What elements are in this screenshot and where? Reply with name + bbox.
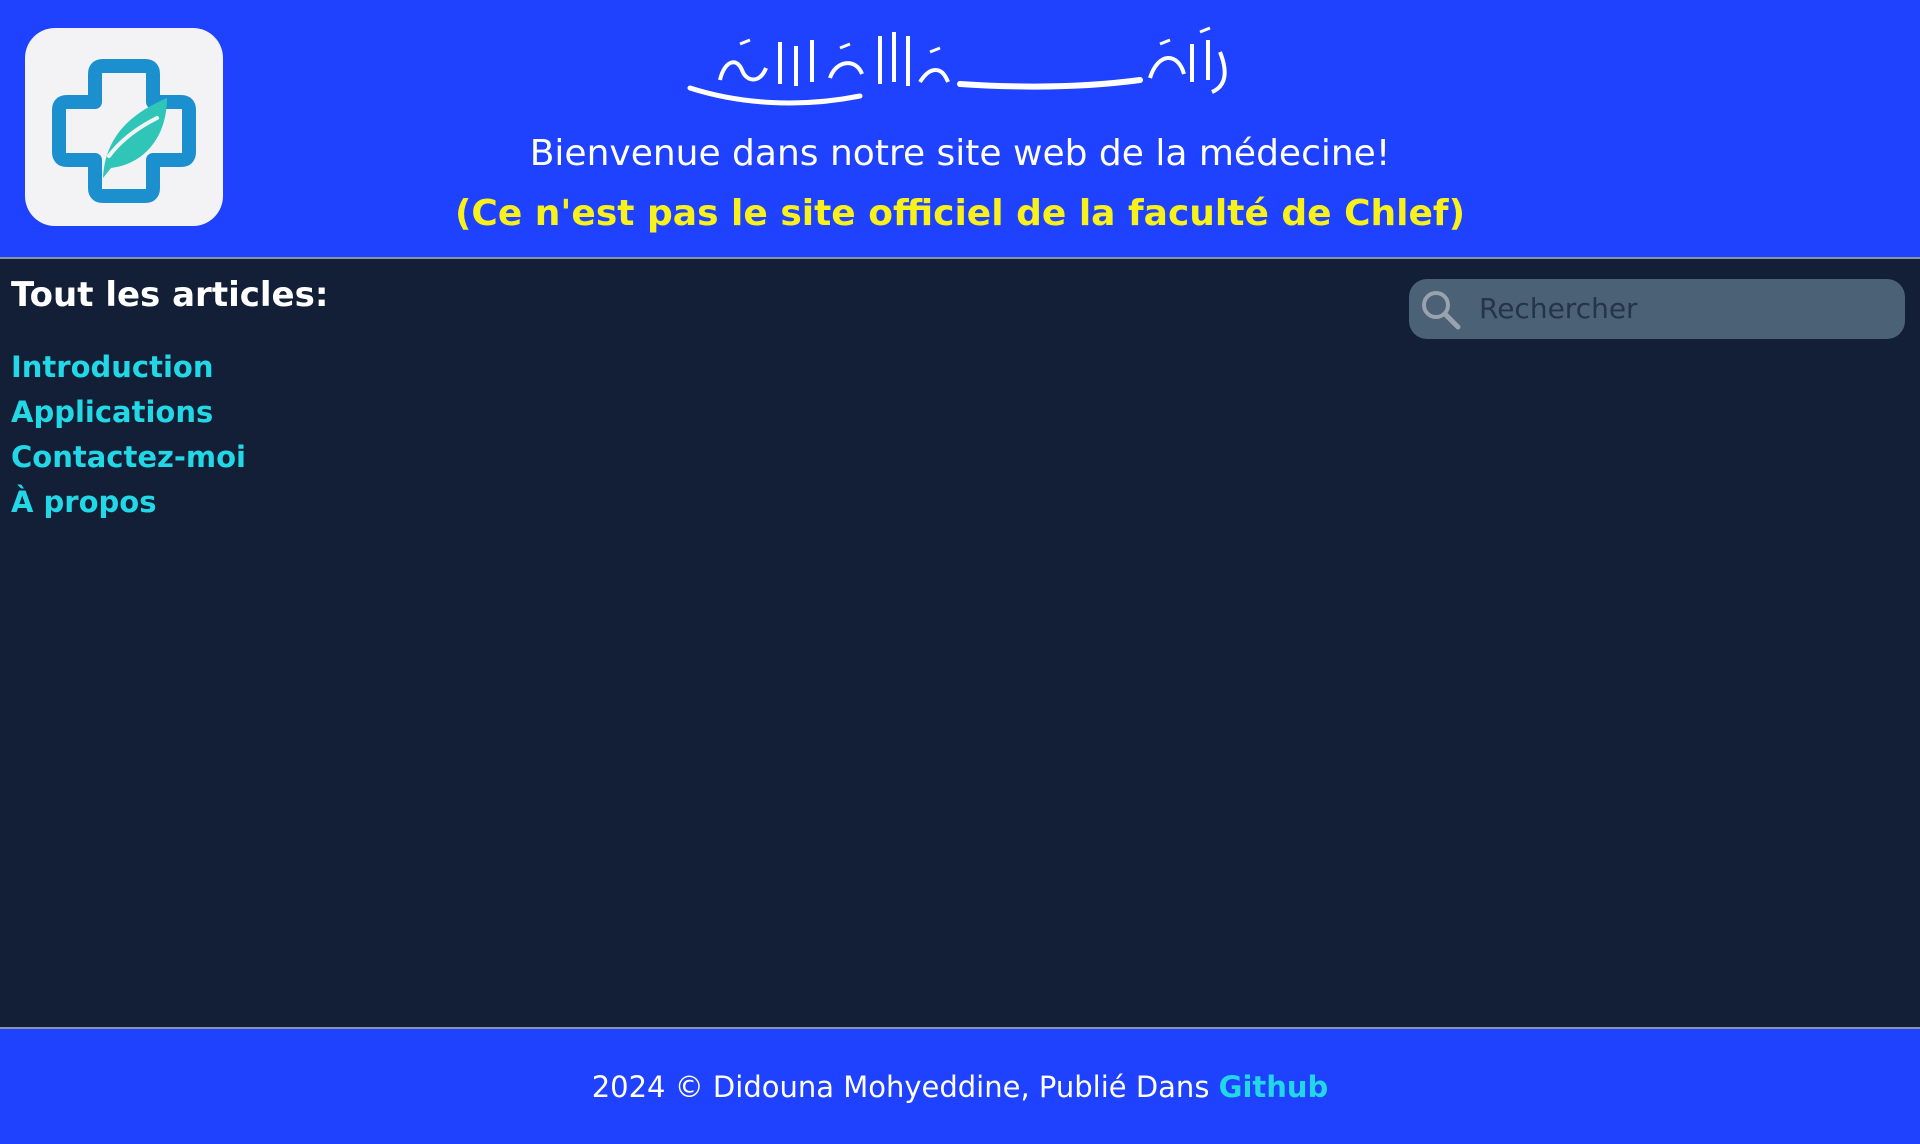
search-input[interactable] [1479, 285, 1889, 331]
article-item: Introduction [11, 345, 246, 390]
article-link-about[interactable]: À propos [11, 485, 156, 519]
copyright-text: 2024 © Didouna Mohyeddine, Publié Dans [591, 1070, 1210, 1104]
article-list: Introduction Applications Contactez-moi … [11, 345, 246, 525]
disclaimer-notice: (Ce n'est pas le site officiel de la fac… [454, 193, 1466, 234]
welcome-message: Bienvenue dans notre site web de la méde… [529, 133, 1391, 174]
articles-heading: Tout les articles: [11, 275, 329, 315]
github-link[interactable]: Github [1219, 1070, 1329, 1104]
basmala-calligraphy [680, 22, 1240, 114]
article-item: À propos [11, 480, 246, 525]
main-content: Tout les articles: Introduction Applicat… [0, 259, 1920, 1027]
article-link-applications[interactable]: Applications [11, 395, 213, 429]
site-header: Bienvenue dans notre site web de la méde… [0, 0, 1920, 259]
search-icon[interactable] [1419, 288, 1463, 332]
article-item: Applications [11, 390, 246, 435]
article-link-contact[interactable]: Contactez-moi [11, 440, 246, 474]
article-item: Contactez-moi [11, 435, 246, 480]
site-footer: 2024 © Didouna Mohyeddine, Publié Dans G… [0, 1027, 1920, 1144]
article-link-introduction[interactable]: Introduction [11, 350, 214, 384]
footer-credits: 2024 © Didouna Mohyeddine, Publié Dans G… [0, 1067, 1920, 1107]
search-box[interactable] [1409, 279, 1905, 339]
